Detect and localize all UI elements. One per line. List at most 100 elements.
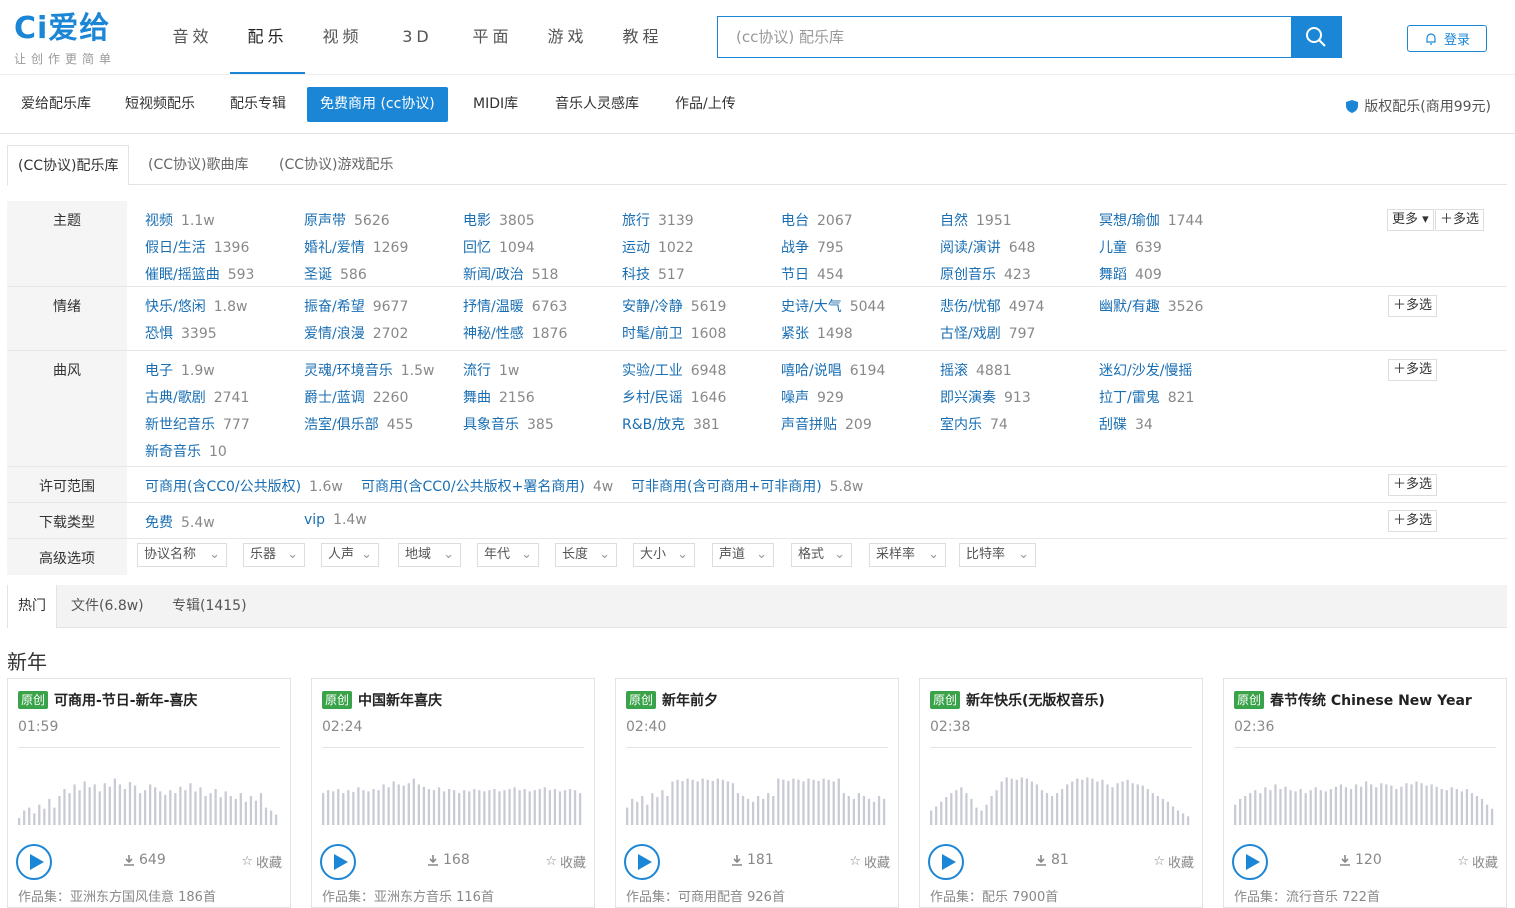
style-option[interactable]: 迷幻/沙发/慢摇 — [1099, 360, 1200, 380]
subnav-free-commercial[interactable]: 免费商用 (cc协议) — [307, 87, 448, 122]
mood-option[interactable]: 悲伤/忧郁 4974 — [940, 296, 1044, 316]
theme-option[interactable]: 阅读/演讲 648 — [940, 237, 1035, 257]
search-button[interactable] — [1291, 17, 1341, 57]
track-card[interactable]: 原创 中国新年喜庆 02:24 168 ☆ 收藏 作品集：亚洲东方音乐 116首 — [311, 678, 595, 908]
style-option[interactable]: 摇滚 4881 — [940, 360, 1012, 380]
style-option[interactable]: 爵士/蓝调 2260 — [304, 387, 408, 407]
style-option[interactable]: R&B/放克 381 — [622, 414, 720, 434]
theme-option[interactable]: 新闻/政治 518 — [463, 264, 558, 284]
play-button[interactable] — [320, 844, 356, 880]
mood-option[interactable]: 振奋/希望 9677 — [304, 296, 408, 316]
favorite-button[interactable]: ☆ 收藏 — [849, 852, 890, 871]
track-title[interactable]: 新年快乐(无版权音乐) — [966, 690, 1105, 710]
style-option[interactable]: 即兴演奏 913 — [940, 387, 1031, 407]
license-option-noncommercial[interactable]: 可非商用(含可商用+可非商用) 5.8w — [631, 476, 863, 496]
advanced-dropdown[interactable]: 长度 ⌄ — [555, 543, 617, 567]
copyright-music-link[interactable]: 版权配乐(商用99元) — [1346, 96, 1491, 116]
theme-option[interactable]: 回忆 1094 — [463, 237, 535, 257]
theme-option[interactable]: 战争 795 — [781, 237, 844, 257]
advanced-dropdown[interactable]: 地域 ⌄ — [398, 543, 461, 567]
theme-option[interactable]: 原创音乐 423 — [940, 264, 1031, 284]
subnav-music-albums[interactable]: 配乐专辑 — [217, 87, 299, 122]
album-info[interactable]: 作品集：配乐 7900首 — [930, 886, 1058, 905]
style-option[interactable]: 浩室/俱乐部 455 — [304, 414, 413, 434]
play-button[interactable] — [16, 844, 52, 880]
style-option[interactable]: 拉丁/雷鬼 821 — [1099, 387, 1194, 407]
theme-option[interactable]: 科技 517 — [622, 264, 685, 284]
tab-cc-songs[interactable]: (CC协议)歌曲库 — [138, 145, 258, 186]
mood-option[interactable]: 史诗/大气 5044 — [781, 296, 885, 316]
theme-option[interactable]: 儿童 639 — [1099, 237, 1162, 257]
download-count[interactable]: 120 — [1339, 852, 1382, 868]
play-button[interactable] — [1232, 844, 1268, 880]
download-count[interactable]: 168 — [427, 852, 470, 868]
subnav-upload[interactable]: 作品/上传 — [662, 87, 749, 122]
multi-select-mood[interactable]: ＋多选 — [1388, 295, 1438, 317]
style-option[interactable]: 具象音乐 385 — [463, 414, 554, 434]
style-option[interactable]: 流行 1w — [463, 360, 519, 380]
style-option[interactable]: 刮碟 34 — [1099, 414, 1153, 434]
favorite-button[interactable]: ☆ 收藏 — [545, 852, 586, 871]
waveform[interactable] — [18, 767, 280, 825]
subnav-music-library[interactable]: 爱给配乐库 — [8, 87, 104, 122]
mood-option[interactable]: 幽默/有趣 3526 — [1099, 296, 1203, 316]
style-option[interactable]: 电子 1.9w — [145, 360, 215, 380]
favorite-button[interactable]: ☆ 收藏 — [1153, 852, 1194, 871]
theme-option[interactable]: 圣诞 586 — [304, 264, 367, 284]
nav-sound-effects[interactable]: 音效 — [155, 0, 230, 74]
theme-option[interactable]: 视频 1.1w — [145, 210, 215, 230]
style-option[interactable]: 实验/工业 6948 — [622, 360, 726, 380]
advanced-dropdown[interactable]: 乐器 ⌄ — [243, 543, 305, 567]
advanced-dropdown[interactable]: 格式 ⌄ — [791, 543, 852, 567]
style-option[interactable]: 声音拼贴 209 — [781, 414, 872, 434]
nav-video[interactable]: 视频 — [305, 0, 380, 74]
mood-option[interactable]: 恐惧 3395 — [145, 323, 217, 343]
theme-option[interactable]: 电台 2067 — [781, 210, 853, 230]
license-option-attribution[interactable]: 可商用(含CC0/公共版权+署名商用) 4w — [361, 476, 613, 496]
theme-option[interactable]: 旅行 3139 — [622, 210, 694, 230]
advanced-dropdown[interactable]: 大小 ⌄ — [633, 543, 695, 567]
style-option[interactable]: 室内乐 74 — [940, 414, 1008, 434]
advanced-dropdown[interactable]: 声道 ⌄ — [712, 543, 774, 567]
track-title[interactable]: 可商用-节日-新年-喜庆 — [54, 690, 197, 710]
tab-hot[interactable]: 热门 — [7, 585, 57, 628]
license-option-commercial[interactable]: 可商用(含CC0/公共版权) 1.6w — [145, 476, 343, 496]
favorite-button[interactable]: ☆ 收藏 — [241, 852, 282, 871]
album-info[interactable]: 作品集：亚洲东方国风佳意 186首 — [18, 886, 216, 905]
nav-game[interactable]: 游戏 — [530, 0, 605, 74]
style-option[interactable]: 新奇音乐 10 — [145, 441, 227, 461]
download-option-vip[interactable]: vip 1.4w — [304, 512, 367, 528]
track-card[interactable]: 原创 可商用-节日-新年-喜庆 01:59 649 ☆ 收藏 作品集：亚洲东方国… — [7, 678, 291, 908]
tab-cc-game-music[interactable]: (CC协议)游戏配乐 — [269, 145, 403, 186]
multi-select-license[interactable]: ＋多选 — [1388, 474, 1438, 496]
advanced-dropdown[interactable]: 人声 ⌄ — [321, 543, 379, 567]
more-button[interactable]: 更多 ▾ — [1387, 209, 1434, 231]
album-info[interactable]: 作品集：亚洲东方音乐 116首 — [322, 886, 494, 905]
multi-select-style[interactable]: ＋多选 — [1388, 359, 1438, 381]
mood-option[interactable]: 爱情/浪漫 2702 — [304, 323, 408, 343]
style-option[interactable]: 舞曲 2156 — [463, 387, 535, 407]
album-info[interactable]: 作品集：流行音乐 722首 — [1234, 886, 1380, 905]
style-option[interactable]: 灵魂/环境音乐 1.5w — [304, 360, 434, 380]
style-option[interactable]: 乡村/民谣 1646 — [622, 387, 726, 407]
advanced-dropdown[interactable]: 采样率 ⌄ — [869, 543, 946, 567]
theme-option[interactable]: 运动 1022 — [622, 237, 694, 257]
mood-option[interactable]: 紧张 1498 — [781, 323, 853, 343]
search-input[interactable] — [718, 17, 1291, 57]
nav-3d[interactable]: 3D — [380, 0, 455, 74]
theme-option[interactable]: 假日/生活 1396 — [145, 237, 249, 257]
multi-select-download[interactable]: ＋多选 — [1388, 510, 1438, 532]
subnav-inspiration[interactable]: 音乐人灵感库 — [542, 87, 652, 122]
style-option[interactable]: 噪声 929 — [781, 387, 844, 407]
favorite-button[interactable]: ☆ 收藏 — [1457, 852, 1498, 871]
style-option[interactable]: 新世纪音乐 777 — [145, 414, 250, 434]
mood-option[interactable]: 神秘/性感 1876 — [463, 323, 567, 343]
subnav-short-video-music[interactable]: 短视频配乐 — [112, 87, 208, 122]
mood-option[interactable]: 快乐/悠闲 1.8w — [145, 296, 247, 316]
style-option[interactable]: 古典/歌剧 2741 — [145, 387, 249, 407]
track-card[interactable]: 原创 新年快乐(无版权音乐) 02:38 81 ☆ 收藏 作品集：配乐 7900… — [919, 678, 1203, 908]
theme-option[interactable]: 自然 1951 — [940, 210, 1012, 230]
advanced-dropdown[interactable]: 协议名称 ⌄ — [137, 543, 227, 567]
multi-select-theme[interactable]: ＋多选 — [1435, 209, 1485, 231]
download-count[interactable]: 81 — [1035, 852, 1069, 868]
